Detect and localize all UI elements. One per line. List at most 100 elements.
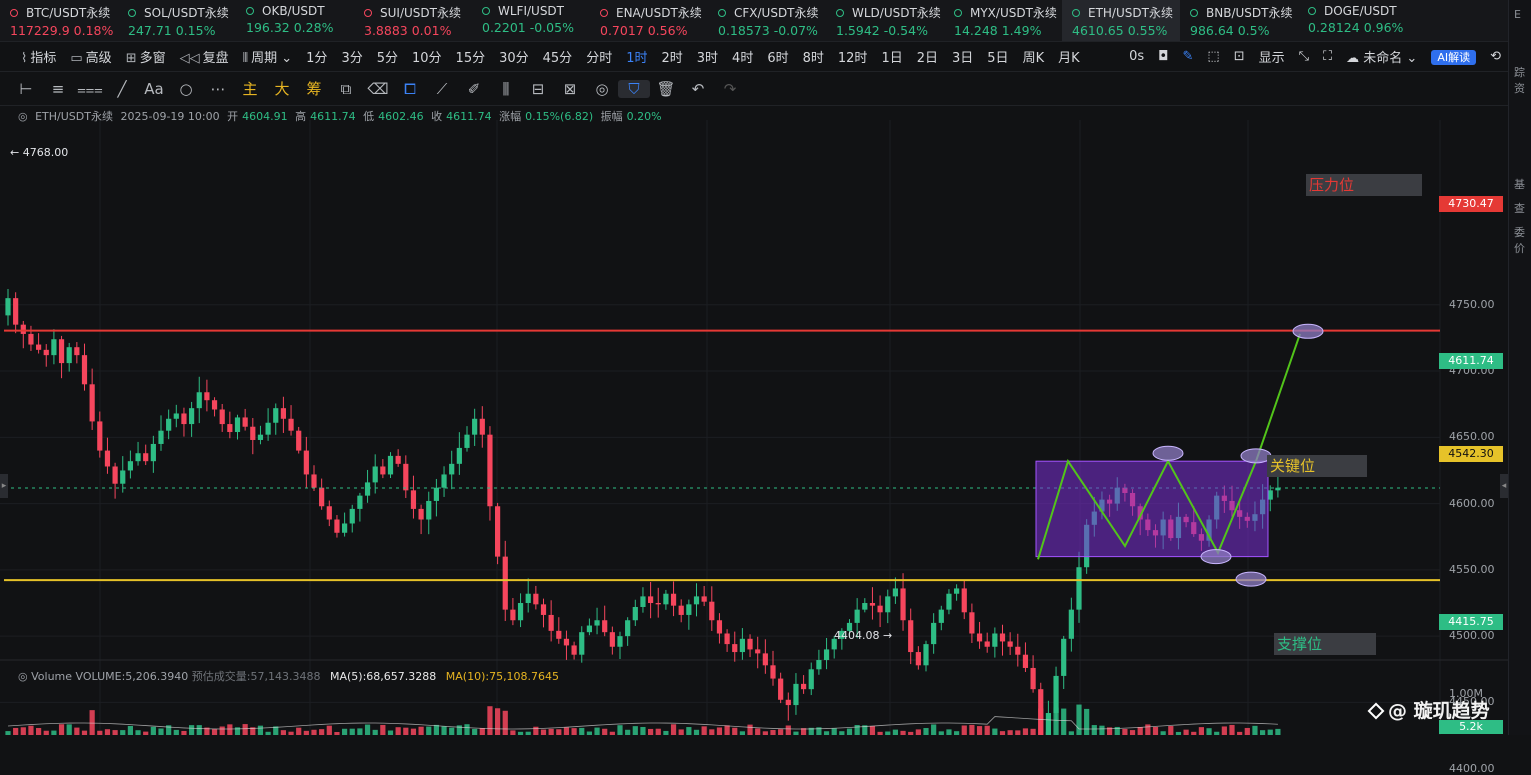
text-tool[interactable]: Aa (138, 80, 170, 98)
interval-option[interactable]: 5日 (980, 47, 1015, 66)
multi-window-button[interactable]: ⊞ 多窗 (119, 47, 173, 66)
layout-name-dropdown[interactable]: ☁ 未命名 ⌄ (1339, 47, 1424, 66)
pen-icon[interactable]: ✎ (1175, 49, 1200, 64)
copy-icon[interactable]: ⧠ (394, 80, 426, 98)
ticker-tab[interactable]: WLD/USDT永续 1.5942 -0.54% (826, 0, 944, 41)
ticker-tab[interactable]: BNB/USDT永续 986.64 0.5% (1180, 0, 1298, 41)
interval-option[interactable]: 6时 (760, 47, 795, 66)
ticker-tab[interactable]: BTC/USDT永续 117229.9 0.18% (0, 0, 118, 41)
eye-icon[interactable]: ◎ (18, 670, 28, 683)
eraser-icon[interactable]: ⌫ (362, 80, 394, 98)
interval-option[interactable]: 15分 (449, 47, 493, 66)
interval-option[interactable]: 5分 (370, 47, 405, 66)
volume-bar (586, 731, 592, 735)
period-dropdown[interactable]: ⫴ 周期 ⌄ (236, 47, 300, 66)
interval-option[interactable]: 10分 (405, 47, 449, 66)
layout-icon[interactable]: ⬚ (1200, 49, 1226, 64)
filter-icon[interactable]: ⛉ (618, 79, 650, 98)
volume-bar (961, 725, 967, 735)
undo-icon[interactable]: ↶ (682, 80, 714, 98)
key-level-annotation[interactable]: 关键位 (1267, 455, 1367, 477)
interval-option[interactable]: 45分 (536, 47, 580, 66)
left-collapse-toggle[interactable]: ▸ (0, 474, 8, 498)
camera-icon[interactable]: ◘ (1151, 49, 1175, 64)
candle-body (43, 349, 49, 356)
candle-body (655, 603, 661, 605)
volume-bar (89, 710, 95, 735)
candle-body (204, 392, 210, 401)
ticker-tab[interactable]: ETH/USDT永续 4610.65 0.55% (1062, 0, 1180, 41)
volume-bar (1076, 704, 1082, 735)
ai-button[interactable]: AI解读 (1424, 49, 1483, 65)
trendline-icon[interactable]: ╱ (106, 80, 138, 98)
main-chart-toggle[interactable]: 主 (234, 78, 266, 99)
visibility-icon[interactable]: ◎ (586, 80, 618, 98)
trash-icon[interactable]: 🗑 (650, 80, 682, 98)
candle-body (342, 523, 348, 533)
magnet-icon[interactable]: ⧉ (330, 80, 362, 98)
interval-option[interactable]: 3时 (690, 47, 725, 66)
volume-legend: ◎ Volume VOLUME:5,206.3940 预估成交量:57,143.… (18, 668, 559, 684)
volume-bar (426, 726, 432, 735)
volume-bar (487, 706, 493, 735)
note-icon[interactable]: ⊠ (554, 80, 586, 98)
right-collapse-toggle[interactable]: ◂ (1500, 474, 1508, 498)
fullscreen-icon[interactable]: ⊡ (1227, 49, 1252, 64)
display-button[interactable]: 显示 (1252, 47, 1292, 66)
candle-body (173, 413, 179, 419)
ticker-tab[interactable]: SUI/USDT永续 3.8883 0.01% (354, 0, 472, 41)
parallel-lines-icon[interactable]: ⩶ (74, 80, 106, 98)
more-icon[interactable]: ⋯ (202, 80, 234, 98)
interval-option[interactable]: 3分 (334, 47, 369, 66)
chip-toggle[interactable]: 筹 (298, 78, 330, 99)
interval-option[interactable]: 30分 (492, 47, 536, 66)
interval-option[interactable]: 2时 (654, 47, 689, 66)
candle-body (609, 632, 615, 647)
big-order-toggle[interactable]: 大 (266, 78, 298, 99)
ticker-tab[interactable]: SOL/USDT永续 247.71 0.15% (118, 0, 236, 41)
lock-icon[interactable]: ⊟ (522, 80, 554, 98)
bars-icon[interactable]: ⫼ (490, 80, 522, 98)
support-annotation[interactable]: 支撑位 (1274, 633, 1376, 655)
interval-option[interactable]: 1日 (874, 47, 909, 66)
ticker-tab[interactable]: OKB/USDT 196.32 0.28% (236, 0, 354, 41)
redo-icon[interactable]: ↷ (714, 80, 746, 98)
volume-bar (892, 729, 898, 735)
side-panel-strip[interactable]: E 踪资基查委价 (1508, 0, 1531, 735)
price-axis-label: 4650.00 (1449, 430, 1495, 444)
interval-option[interactable]: 4时 (725, 47, 760, 66)
ticker-name: MYX/USDT永续 (954, 4, 1062, 21)
interval-option[interactable]: 周K (1016, 47, 1052, 66)
advanced-button[interactable]: ▭ 高级 (63, 47, 118, 66)
volume-bar (1260, 730, 1266, 735)
resistance-price-tag: 4730.47 (1439, 196, 1503, 212)
lines-icon[interactable]: ≡ (42, 80, 74, 98)
ticker-tab[interactable]: DOGE/USDT 0.28124 0.96% (1298, 0, 1416, 41)
horizontal-line-icon[interactable]: ⊢ (10, 80, 42, 98)
expand-icon[interactable]: ⛶ (1316, 49, 1339, 64)
interval-option[interactable]: 分时 (579, 47, 619, 66)
interval-option[interactable]: 1分 (299, 47, 334, 66)
replay-button[interactable]: ◁◁ 复盘 (173, 47, 236, 66)
interval-option[interactable]: 8时 (796, 47, 831, 66)
share-icon[interactable]: ⟲ (1483, 49, 1508, 64)
interval-option[interactable]: 1时 (619, 47, 654, 66)
interval-option[interactable]: 月K (1051, 47, 1087, 66)
ticker-tab[interactable]: ENA/USDT永续 0.7017 0.56% (590, 0, 708, 41)
compress-icon[interactable]: ⤡ (1292, 49, 1316, 64)
volume-bar (762, 731, 768, 735)
interval-option[interactable]: 12时 (831, 47, 875, 66)
resistance-annotation[interactable]: 压力位 (1306, 174, 1422, 196)
candle-body (533, 593, 539, 605)
circle-icon[interactable]: ○ (170, 80, 202, 98)
ticker-tab[interactable]: WLFI/USDT 0.2201 -0.05% (472, 0, 590, 41)
indicator-button[interactable]: ⌇ 指标 (14, 47, 63, 66)
candle-body (992, 633, 998, 647)
brush-icon[interactable]: ✐ (458, 80, 490, 98)
ticker-tab[interactable]: MYX/USDT永续 14.248 1.49% (944, 0, 1062, 41)
ticker-tab[interactable]: CFX/USDT永续 0.18573 -0.07% (708, 0, 826, 41)
ruler-icon[interactable]: ⟋ (426, 80, 458, 98)
interval-option[interactable]: 2日 (910, 47, 945, 66)
ticker-price: 0.28124 (1308, 20, 1360, 35)
interval-option[interactable]: 3日 (945, 47, 980, 66)
